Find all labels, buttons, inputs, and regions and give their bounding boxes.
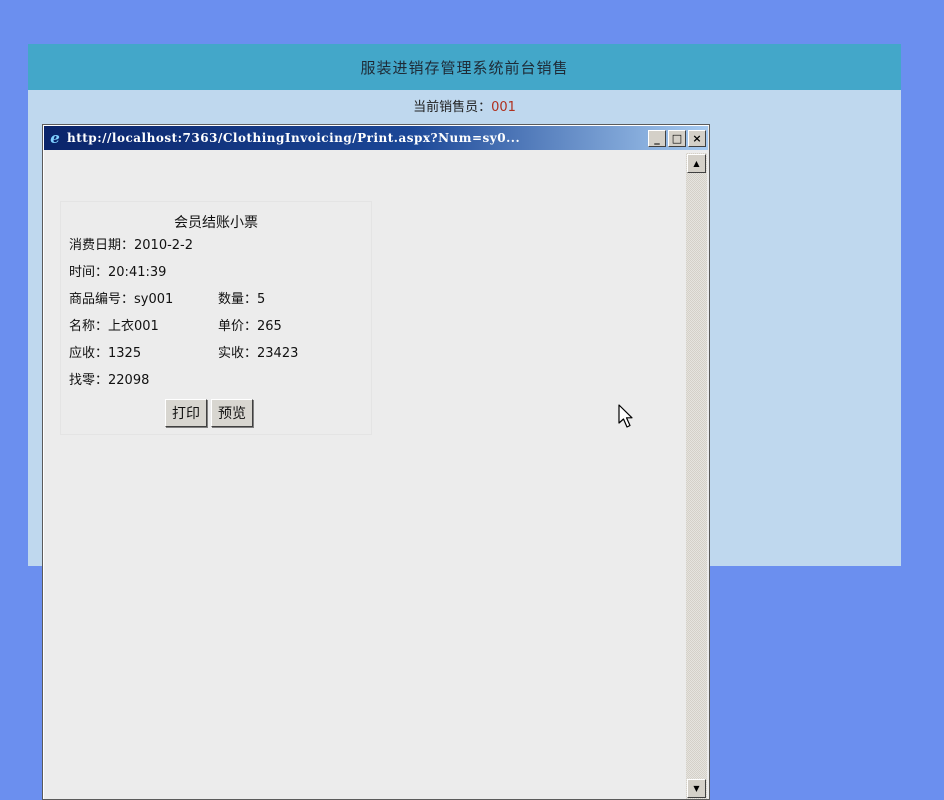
receivable-row: 应收：1325 <box>69 344 141 364</box>
product-code-label: 商品编号： <box>69 292 135 307</box>
change-row: 找零：22098 <box>69 371 149 391</box>
time-value: 20:41:39 <box>108 265 167 280</box>
popup-titlebar[interactable]: e http://localhost:7363/ClothingInvoicin… <box>44 126 708 150</box>
receipt-title: 会员结账小票 <box>174 215 258 231</box>
maximize-button[interactable]: □ <box>668 129 686 147</box>
popup-title: http://localhost:7363/ClothingInvoicing/… <box>67 131 521 145</box>
mouse-pointer-icon <box>618 404 633 428</box>
date-row: 消费日期：2010-2-2 <box>69 236 193 256</box>
receivable-value: 1325 <box>108 346 142 361</box>
app-title: 服装进销存管理系统前台销售 <box>360 58 569 77</box>
received-label: 实收： <box>218 346 258 361</box>
change-label: 找零： <box>69 373 109 388</box>
app-header: 服装进销存管理系统前台销售 <box>28 44 901 90</box>
ie-icon: e <box>50 129 60 147</box>
close-button[interactable]: × <box>688 129 706 147</box>
time-row: 时间：20:41:39 <box>69 263 166 283</box>
name-label: 名称： <box>69 319 109 334</box>
receivable-label: 应收： <box>69 346 109 361</box>
quantity-row: 数量：5 <box>218 290 265 310</box>
unit-price-value: 265 <box>257 319 282 334</box>
unit-price-label: 单价： <box>218 319 258 334</box>
scroll-down-arrow-icon[interactable]: ▼ <box>687 779 706 798</box>
preview-button[interactable]: 预览 <box>211 399 253 427</box>
scroll-up-arrow-icon[interactable]: ▲ <box>687 154 706 173</box>
change-value: 22098 <box>108 373 150 388</box>
quantity-value: 5 <box>257 292 266 307</box>
date-value: 2010-2-2 <box>134 238 194 253</box>
seller-id: 001 <box>491 100 516 115</box>
current-seller: 当前销售员：001 <box>28 96 901 115</box>
print-popup-window: e http://localhost:7363/ClothingInvoicin… <box>42 124 710 800</box>
vertical-scrollbar[interactable]: ▲ ▼ <box>686 153 707 799</box>
date-label: 消费日期： <box>69 238 135 253</box>
name-value: 上衣001 <box>108 319 159 334</box>
receipt-panel: 会员结账小票 消费日期：2010-2-2 时间：20:41:39 商品编号：sy… <box>60 201 372 435</box>
print-button[interactable]: 打印 <box>165 399 207 427</box>
product-code-row: 商品编号：sy001 <box>69 290 173 310</box>
minimize-button[interactable]: _ <box>648 129 666 147</box>
window-controls: _ □ × <box>646 129 706 147</box>
unit-price-row: 单价：265 <box>218 317 282 337</box>
receipt-actions: 打印 预览 <box>165 399 253 427</box>
popup-content: 会员结账小票 消费日期：2010-2-2 时间：20:41:39 商品编号：sy… <box>46 153 683 799</box>
name-row: 名称：上衣001 <box>69 317 159 337</box>
received-value: 23423 <box>257 346 299 361</box>
seller-label: 当前销售员： <box>413 100 492 115</box>
time-label: 时间： <box>69 265 109 280</box>
received-row: 实收：23423 <box>218 344 298 364</box>
product-code-value: sy001 <box>134 292 174 307</box>
quantity-label: 数量： <box>218 292 258 307</box>
